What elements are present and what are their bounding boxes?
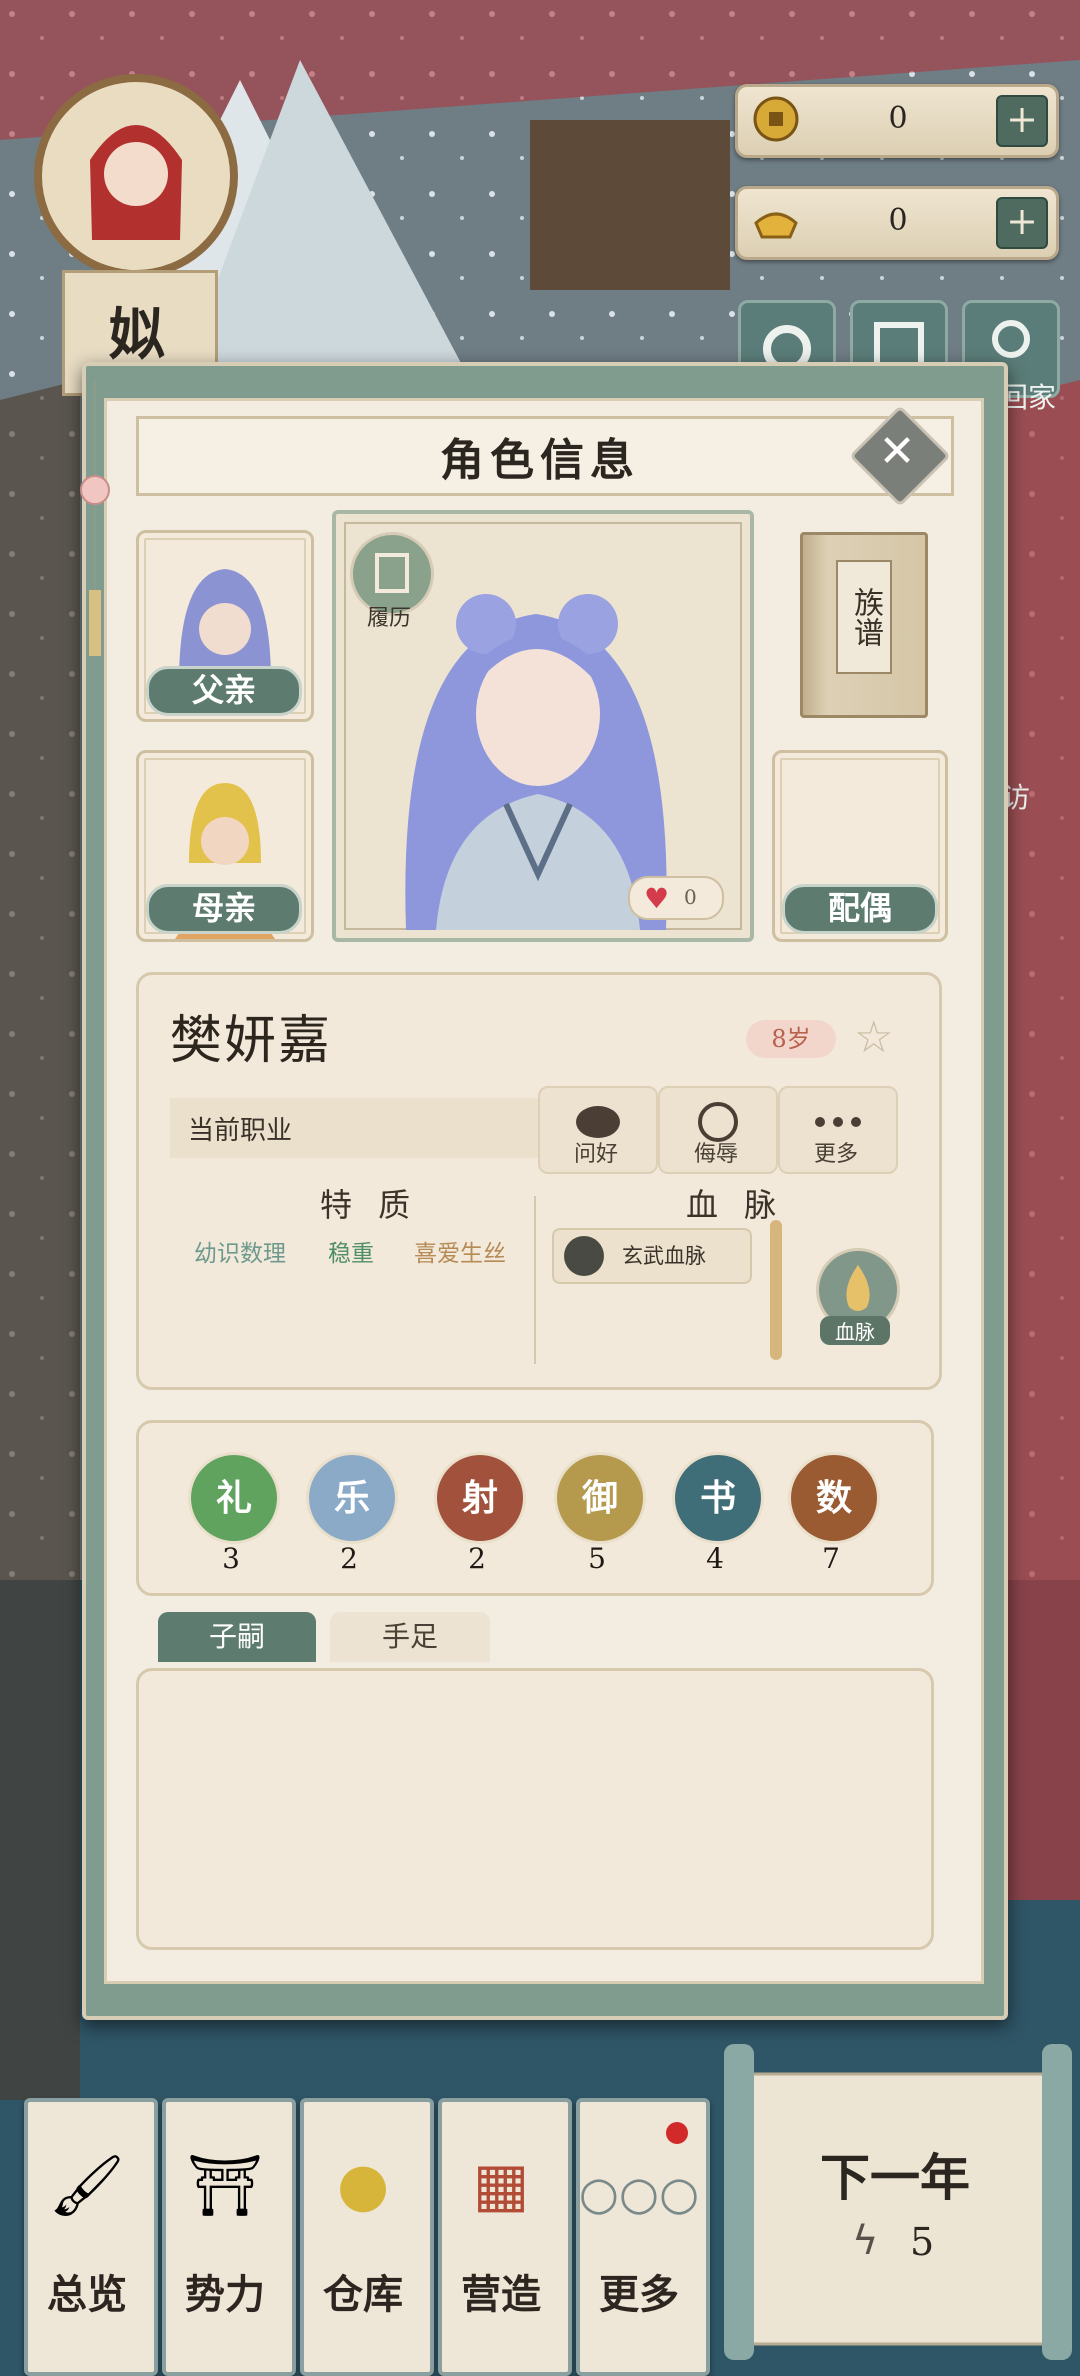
tab-siblings[interactable]: 手足 [330,1612,490,1662]
bloodline-scrollbar[interactable] [770,1220,782,1360]
insult-label: 侮辱 [693,1142,738,1167]
father-label: 父亲 [146,666,302,716]
player-name-char: 姒 [109,302,165,368]
nav-overview-label: 总览 [47,2271,127,2318]
trait-item[interactable]: 幼识数理 [194,1234,286,1268]
skill-music-icon[interactable]: 乐 [306,1452,398,1544]
nav-more-label: 更多 [599,2271,679,2318]
skill-calligraphy-value: 4 [706,1542,724,1575]
trowel-icon: ▦ [472,2150,530,2220]
mother-label: 母亲 [146,884,302,934]
more-actions-label: 更多 [813,1142,858,1167]
skill-rites-icon[interactable]: 礼 [188,1452,280,1544]
skill-music-value: 2 [340,1542,358,1575]
skill-math-value: 7 [822,1542,840,1575]
notification-dot [666,2122,688,2144]
skill-rites-value: 3 [222,1542,240,1575]
add-ingot-button[interactable]: + [996,197,1048,249]
lightning-icon: ϟ [852,2218,879,2264]
brush-icon: 🖌 [48,2151,126,2221]
copper-coin-icon [753,96,799,142]
sack-icon: ● [336,2150,390,2220]
nav-warehouse-label: 仓库 [323,2271,403,2318]
age-badge: 8岁 [746,1020,836,1058]
trait-item[interactable]: 稳重 [328,1234,374,1268]
player-avatar[interactable] [30,70,242,282]
heart-icon: ♥ [644,882,670,915]
genealogy-label: 族谱 [836,560,892,674]
nav-build-button[interactable] [438,2098,572,2376]
current-job-label: 当前职业 [188,1116,293,1146]
gold-ingot-value: 0 [888,203,908,238]
affection-value: 0 [684,885,697,909]
children-list [136,1668,934,1950]
nav-warehouse-button[interactable] [300,2098,434,2376]
close-icon[interactable]: ✕ [864,420,930,486]
nav-build-label: 营造 [461,2271,541,2318]
skill-math-icon[interactable]: 数 [788,1452,880,1544]
nav-overview-button[interactable] [24,2098,158,2376]
nav-faction-label: 势力 [185,2271,265,2318]
copper-coin-value: 0 [888,101,908,136]
pavilion-icon: ⛩ [186,2151,264,2221]
serpent-icon [564,1236,604,1276]
spouse-label: 配偶 [782,884,938,934]
tab-children[interactable]: 子嗣 [158,1612,316,1662]
bloodline-chip-label: 玄武血脉 [622,1244,706,1268]
character-name: 樊妍嘉 [170,1011,333,1071]
skill-charioteering-value: 5 [588,1542,606,1575]
resume-label: 履历 [366,606,411,631]
favorite-star-icon[interactable]: ☆ [854,1012,893,1063]
nav-faction-button[interactable] [162,2098,296,2376]
home-button-label: 回家 [1000,381,1057,414]
add-coin-button[interactable]: + [996,95,1048,147]
bloodline-title: 血 脉 [686,1186,785,1224]
skill-calligraphy-icon[interactable]: 书 [672,1452,764,1544]
trait-item[interactable]: 喜爱生丝 [414,1234,506,1268]
bloodline-button-label: 血脉 [820,1316,890,1345]
nav-more-button[interactable] [576,2098,710,2376]
gold-ingot-icon [754,212,798,239]
affection-indicator: ♥ 0 [628,876,724,920]
gold-ingot-bar: 0 + [735,186,1059,260]
skill-archery-icon[interactable]: 射 [434,1452,526,1544]
section-divider [534,1196,536,1364]
tassel-ornament [80,380,110,656]
traits-title: 特 质 [320,1186,419,1224]
next-year-label: 下一年 [820,2148,970,2207]
ellipsis-circles-icon: ○○○ [578,2166,700,2220]
skill-archery-value: 2 [468,1542,486,1575]
greet-label: 问好 [573,1142,618,1167]
energy-value: 5 [910,2220,935,2264]
copper-coin-bar: 0 + [735,84,1059,158]
skill-charioteering-icon[interactable]: 御 [554,1452,646,1544]
